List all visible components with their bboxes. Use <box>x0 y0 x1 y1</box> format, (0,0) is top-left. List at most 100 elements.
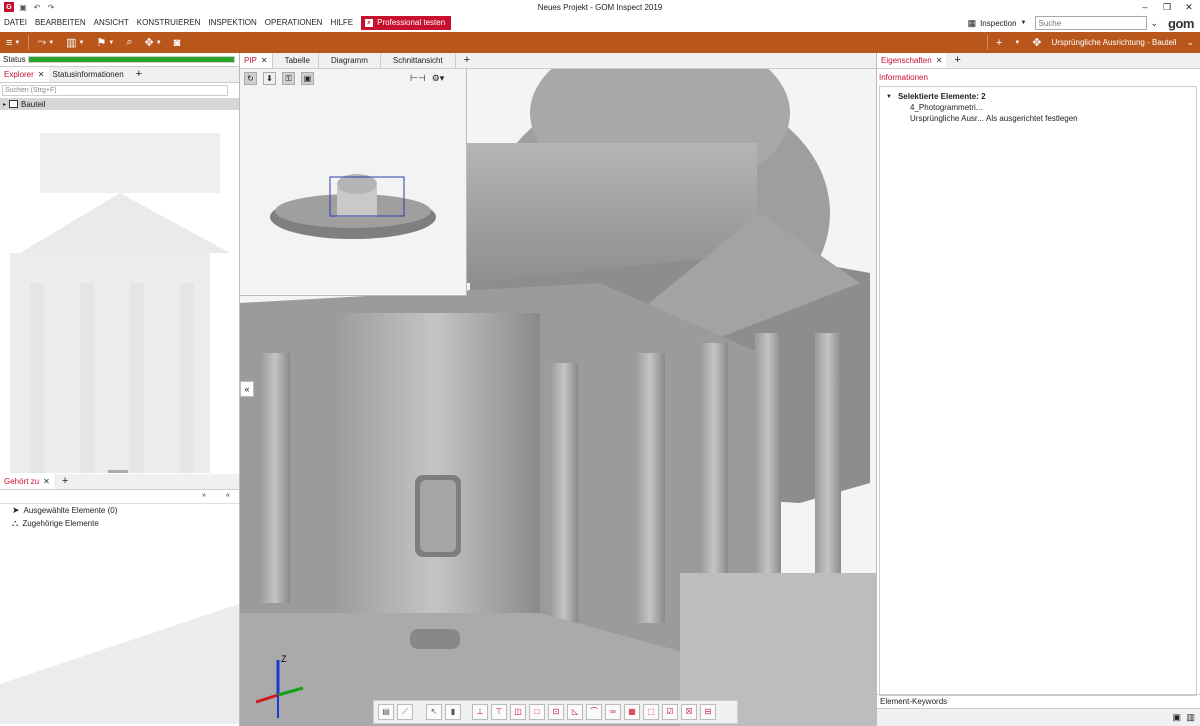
alignment-selector[interactable]: Ursprüngliche Ausrichtung - Bauteil <box>1048 38 1181 47</box>
tab-eigenschaften[interactable]: Eigenschaften ✕ <box>877 53 947 68</box>
tab-explorer[interactable]: Explorer ✕ <box>0 67 49 82</box>
pip-view-icon[interactable]: ▣ <box>301 71 314 85</box>
pip-overview[interactable]: ↻ ⬇ ⚿ ▣ ⊢⊣ ⚙▾ <box>240 69 467 296</box>
select-through-icon[interactable]: ⟋ <box>397 704 413 720</box>
close-icon[interactable]: ✕ <box>936 53 943 68</box>
explorer-tabs: Explorer ✕ Statusinformationen + <box>0 67 239 83</box>
menu-inspektion[interactable]: INSPEKTION <box>204 14 260 32</box>
select-visible-icon[interactable]: ▤ <box>378 704 394 720</box>
toolbar-divider-right <box>986 35 988 50</box>
explorer-search-input[interactable]: Suchen (Strg+F) <box>2 85 228 96</box>
hamburger-menu-icon[interactable]: ≡ ▼ <box>0 32 26 53</box>
minimize-button[interactable]: – <box>1134 0 1156 14</box>
add-dropdown-icon[interactable]: ▼ <box>1008 32 1026 53</box>
select-plane-icon[interactable]: ⊤ <box>491 704 507 720</box>
menu-operationen[interactable]: OPERATIONEN <box>261 14 327 32</box>
flag-tool-icon[interactable]: ⚑ ▼ <box>91 32 121 53</box>
chevron-down-icon[interactable]: ▼ <box>1021 20 1027 26</box>
pip-fit-icon[interactable]: ⊢⊣ <box>410 73 426 84</box>
workspace-selector[interactable]: Inspection <box>980 19 1016 28</box>
collapse-icon[interactable]: ▼ <box>886 94 892 100</box>
search-input[interactable] <box>1034 16 1147 30</box>
pip-lock-icon[interactable]: ⚿ <box>282 71 295 85</box>
select-check-icon[interactable]: ☑ <box>662 704 678 720</box>
status-row: Status <box>0 53 239 67</box>
select-x-icon[interactable]: ☒ <box>681 704 697 720</box>
alignment-tool-icon[interactable]: ⤳ ▼ <box>31 32 60 53</box>
add-icon[interactable]: + <box>990 32 1008 53</box>
axis-z-label: Z <box>281 654 287 664</box>
pointer-select-icon[interactable]: ↖ <box>426 704 442 720</box>
add-tab-icon[interactable]: + <box>128 67 150 82</box>
close-icon[interactable]: ✕ <box>261 53 268 68</box>
select-mode-icon[interactable]: ▮ <box>445 704 461 720</box>
element-keywords-label: Element-Keywords <box>877 694 1200 708</box>
zoom-icon[interactable]: ⌕ <box>120 32 138 53</box>
select-grid-icon[interactable]: ▦ <box>624 704 640 720</box>
close-icon[interactable]: ✕ <box>43 474 50 489</box>
tab-statusinformationen[interactable]: Statusinformationen <box>49 67 128 82</box>
selected-elements-header[interactable]: ▼ Selektierte Elemente: 2 <box>886 91 1190 102</box>
professional-test-label: Professional testen <box>377 18 446 27</box>
pip-rotate-icon[interactable]: ↻ <box>244 71 257 85</box>
tab-gehoert-zu[interactable]: Gehört zu ✕ <box>0 474 54 489</box>
property-item-alignment[interactable]: Ursprüngliche Ausr... Als ausgerichtet f… <box>886 113 1190 124</box>
list-item-selected-elements[interactable]: ➤ Ausgewählte Elemente (0) <box>0 504 239 517</box>
search-icon: ⌕ <box>365 19 374 27</box>
pip-bottom-icon[interactable]: ⬇ <box>263 71 276 85</box>
select-link-icon[interactable]: ∞ <box>605 704 621 720</box>
3d-viewport[interactable]: PIP ✕ Tabelle Diagramm Schnittansicht + ↻… <box>240 53 876 726</box>
collapse-all-icon[interactable]: » <box>202 492 206 499</box>
select-lasso-icon[interactable]: ⌒ <box>586 704 602 720</box>
tab-pip[interactable]: PIP ✕ <box>240 53 272 68</box>
select-polygon-icon[interactable]: ◺ <box>567 704 583 720</box>
professional-test-button[interactable]: ⌕ Professional testen <box>361 16 452 30</box>
tab-tabelle[interactable]: Tabelle <box>271 53 318 68</box>
save-icon[interactable]: ▣ <box>18 2 28 12</box>
tree-item-bauteil[interactable]: ▸ Bauteil <box>0 98 239 110</box>
splitter-handle[interactable] <box>108 470 128 473</box>
keywords-options-icon[interactable]: ▥ <box>1186 712 1195 723</box>
menu-right: ▦ Inspection ▼ ⌄ gom <box>968 14 1200 32</box>
navigate-icon[interactable]: ✥ ▼ <box>139 32 168 53</box>
redo-icon[interactable]: ↷ <box>46 2 56 12</box>
select-filter-icon[interactable]: ⊟ <box>700 704 716 720</box>
select-rect-icon[interactable]: □ <box>529 704 545 720</box>
expand-icon[interactable]: ▸ <box>3 101 6 108</box>
menu-hilfe[interactable]: HILFE <box>326 14 357 32</box>
belongs-to-tabs: Gehört zu ✕ + <box>0 474 239 490</box>
select-surface-icon[interactable]: ⊥ <box>472 704 488 720</box>
keywords-edit-icon[interactable]: ▣ <box>1172 712 1181 723</box>
menu-bearbeiten[interactable]: BEARBEITEN <box>31 14 90 32</box>
add-tab-icon[interactable]: + <box>454 53 478 68</box>
menu-konstruieren[interactable]: KONSTRUIEREN <box>133 14 205 32</box>
pip-model-thumbnail <box>270 174 436 239</box>
pip-options-icon[interactable]: ⚙▾ <box>432 73 445 84</box>
alignment-icon: ✥ <box>1032 37 1042 49</box>
property-item-photogrammetry[interactable]: 4_Photogrammetri... <box>886 102 1190 113</box>
tab-diagramm[interactable]: Diagramm <box>317 53 380 68</box>
left-panel: Status Explorer ✕ Statusinformationen + S… <box>0 53 240 726</box>
alignment-dropdown-icon[interactable]: ⌄ <box>1180 32 1200 53</box>
select-cylinder-icon[interactable]: ◫ <box>510 704 526 720</box>
restore-button[interactable]: ❐ <box>1156 0 1178 14</box>
toolbar-divider <box>28 35 30 50</box>
tab-schnittansicht[interactable]: Schnittansicht <box>379 53 455 68</box>
close-icon[interactable]: ✕ <box>38 67 45 82</box>
select-frame-icon[interactable]: ⬚ <box>643 704 659 720</box>
status-progress-bar <box>28 56 235 63</box>
menu-ansicht[interactable]: ANSICHT <box>90 14 133 32</box>
close-button[interactable]: ✕ <box>1178 0 1200 14</box>
chart-tool-icon[interactable]: ▥ ▼ <box>60 32 90 53</box>
camera-icon[interactable]: ◙ <box>168 32 187 53</box>
add-tab-icon[interactable]: + <box>54 474 76 489</box>
select-box-icon[interactable]: ⊡ <box>548 704 564 720</box>
expand-all-icon[interactable]: « <box>226 492 230 499</box>
pip-toolbar: ↻ ⬇ ⚿ ▣ ⊢⊣ ⚙▾ <box>240 69 466 87</box>
cursor-icon: ➤ <box>12 505 20 515</box>
menu-datei[interactable]: DATEI <box>0 14 31 32</box>
add-tab-icon[interactable]: + <box>946 53 968 68</box>
undo-icon[interactable]: ↶ <box>32 2 42 12</box>
search-expand-icon[interactable]: ⌄ <box>1151 18 1159 29</box>
collapse-panel-button[interactable]: « <box>240 381 254 397</box>
